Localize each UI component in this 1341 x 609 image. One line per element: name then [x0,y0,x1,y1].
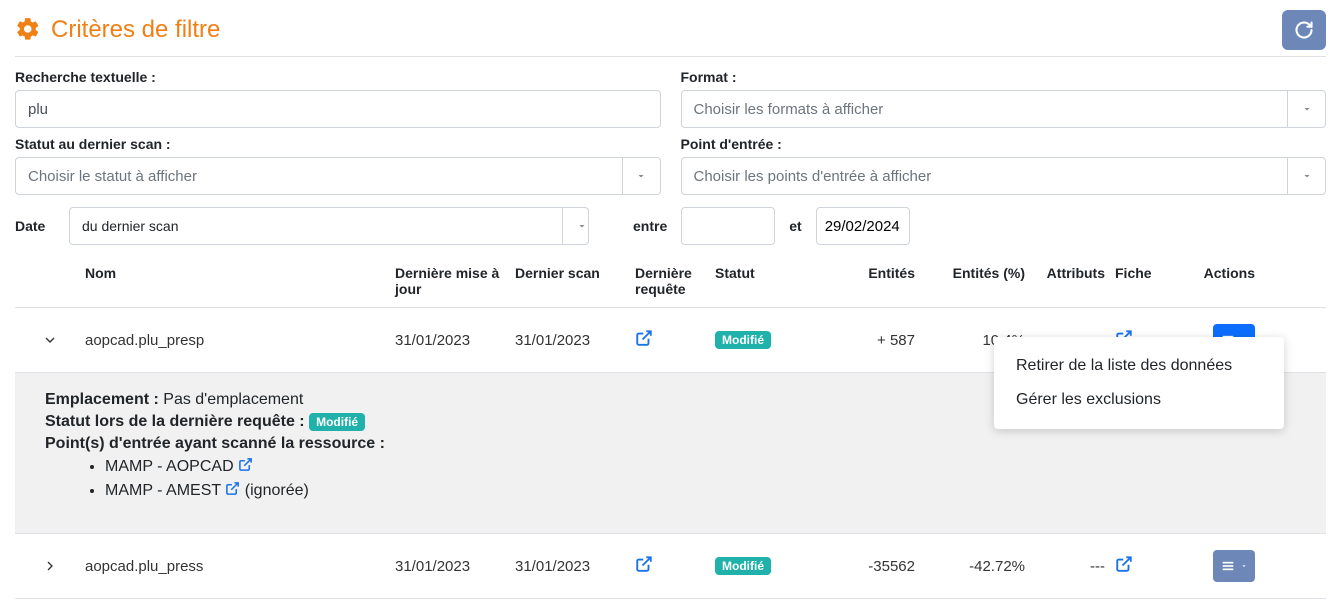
date-mode-value: du dernier scan [82,218,179,234]
cell-name: aopcad.plu_presp [85,332,395,349]
gear-icon [15,16,41,45]
col-entities[interactable]: Entités [815,265,925,297]
status-badge: Modifié [715,331,771,349]
detail-status-label: Statut lors de la dernière requête : [45,413,305,430]
entry-item: MAMP - AMEST (ignorée) [105,481,1326,501]
cell-name: aopcad.plu_press [85,558,395,575]
col-request[interactable]: Dernière requête [635,265,715,297]
chevron-down-icon [622,158,660,194]
chevron-down-icon [1287,158,1325,194]
external-link-icon[interactable] [238,459,253,476]
menu-remove[interactable]: Retirer de la liste des données [994,349,1284,383]
col-status[interactable]: Statut [715,265,815,297]
search-input[interactable] [15,90,661,128]
col-attrs[interactable]: Attributs [1035,265,1115,297]
format-label: Format : [681,69,1327,85]
cell-status: Modifié [715,331,815,349]
search-label: Recherche textuelle : [15,69,661,85]
entry-text: MAMP - AMEST [105,482,221,499]
cell-scan: 31/01/2023 [515,332,635,349]
row-actions-button[interactable] [1213,550,1255,582]
page-title: Critères de filtre [51,16,220,44]
external-link-icon[interactable] [225,483,244,500]
cell-updated: 31/01/2023 [395,558,515,575]
col-entities-pct[interactable]: Entités (%) [925,265,1035,297]
refresh-button[interactable] [1282,10,1326,50]
status-badge: Modifié [715,557,771,575]
status-placeholder: Choisir le statut à afficher [28,168,197,185]
format-placeholder: Choisir les formats à afficher [694,101,884,118]
expand-toggle[interactable] [15,558,85,574]
date-from-input[interactable] [681,207,775,245]
date-to-input[interactable] [816,207,910,245]
actions-dropdown: Retirer de la liste des données Gérer le… [994,337,1284,429]
cell-entities: + 587 [815,332,925,349]
col-name[interactable]: Nom [85,265,395,297]
format-select[interactable]: Choisir les formats à afficher [681,90,1327,128]
table-row: aopcad.plu_press 31/01/2023 31/01/2023 M… [15,534,1326,599]
last-request-link[interactable] [635,555,715,577]
cell-attrs: --- [1035,558,1115,575]
row-detail-panel: Retirer de la liste des données Gérer le… [15,373,1326,534]
cell-entities-pct: -42.72% [925,558,1035,575]
last-request-link[interactable] [635,329,715,351]
status-label: Statut au dernier scan : [15,136,661,152]
cell-status: Modifié [715,557,815,575]
entry-suffix: (ignorée) [245,482,309,499]
entry-item: MAMP - AOPCAD [105,457,1326,477]
sheet-link[interactable] [1115,555,1185,577]
col-updated[interactable]: Dernière mise à jour [395,265,515,297]
menu-manage[interactable]: Gérer les exclusions [994,383,1284,417]
entry-label: Point d'entrée : [681,136,1327,152]
detail-status-badge: Modifié [309,413,365,431]
col-sheet[interactable]: Fiche [1115,265,1185,297]
expand-toggle[interactable] [15,332,85,348]
entry-text: MAMP - AOPCAD [105,458,234,475]
between-label: entre [633,218,667,234]
chevron-down-icon [562,208,600,244]
entry-placeholder: Choisir les points d'entrée à afficher [694,168,932,185]
detail-loc-value: Pas d'emplacement [163,391,303,408]
col-scan[interactable]: Dernier scan [515,265,635,297]
status-select[interactable]: Choisir le statut à afficher [15,157,661,195]
detail-loc-label: Emplacement : [45,391,159,408]
cell-scan: 31/01/2023 [515,558,635,575]
cell-entities: -35562 [815,558,925,575]
cell-updated: 31/01/2023 [395,332,515,349]
et-label: et [789,218,801,234]
date-mode-select[interactable]: du dernier scan [69,207,589,245]
col-actions: Actions [1185,265,1265,297]
date-label: Date [15,218,55,234]
chevron-down-icon [1287,91,1325,127]
detail-entries-label: Point(s) d'entrée ayant scanné la ressou… [45,435,1326,453]
entry-select[interactable]: Choisir les points d'entrée à afficher [681,157,1327,195]
